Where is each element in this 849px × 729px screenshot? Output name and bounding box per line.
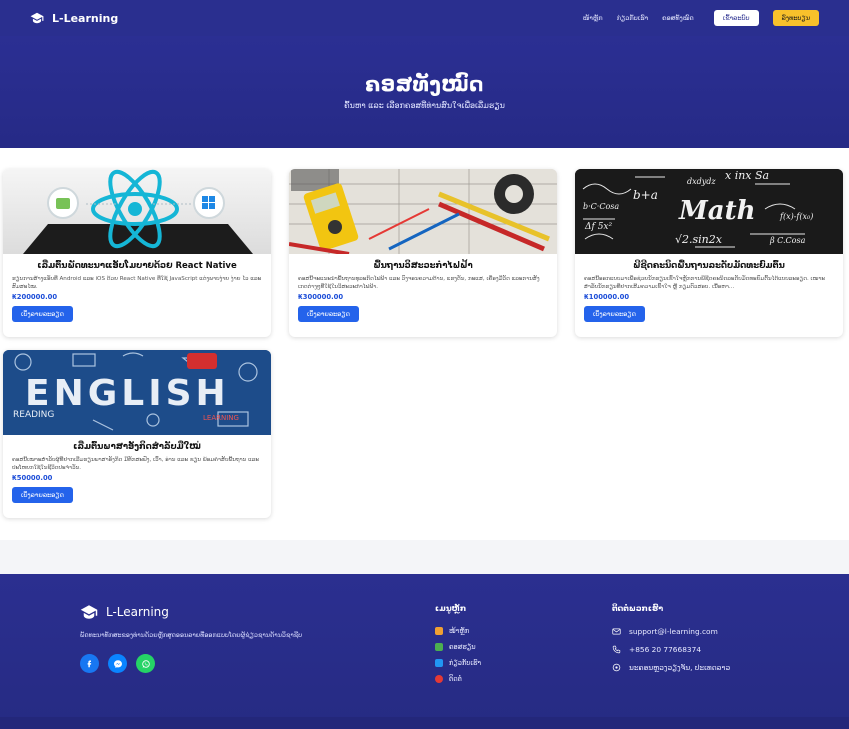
course-description: ຄອສນີ້ອອກແບບມາເພື່ອຊ່ວຍນັກຮຽນເຂົ້າໃຈຫຼັກ… (584, 276, 825, 291)
english-illustration: ENGLISH READING LEARNING (3, 350, 271, 435)
contact-email[interactable]: support@l-learning.com (612, 627, 730, 636)
home-icon (435, 627, 443, 635)
course-card[interactable]: b·C·Cosa Δf 5x² Math b+a dxdydz f(x)-f(x… (575, 169, 843, 337)
course-thumbnail: b·C·Cosa Δf 5x² Math b+a dxdydz f(x)-f(x… (575, 169, 843, 254)
brand-logo-link[interactable]: L-Learning (30, 11, 118, 25)
electrical-tools-illustration (289, 169, 557, 254)
section-spacer (0, 540, 849, 574)
svg-text:b+a: b+a (633, 188, 658, 202)
course-card[interactable]: ENGLISH READING LEARNING ເລີ່ມຕົ້ນພາສາອັ… (3, 350, 271, 518)
react-native-illustration (23, 169, 253, 254)
course-card[interactable]: ເລີ່ມຕົ້ນພັດທະນາແອັບໂມບາຍດ້ວຍ React Nati… (3, 169, 271, 337)
brand-name: L-Learning (52, 11, 119, 25)
course-title: ພື້ນຖານວິສະວະກຳໄຟຟ້າ (373, 261, 473, 271)
info-icon (435, 659, 443, 667)
svg-text:x inx Sa: x inx Sa (725, 169, 769, 182)
svg-text:f(x)-f(x₀): f(x)-f(x₀) (779, 212, 813, 221)
svg-text:READING: READING (13, 410, 54, 420)
course-price: ₭100000.00 (584, 293, 630, 301)
nav-link-home[interactable]: ໜ້າຫຼັກ (583, 14, 603, 22)
footer-brand[interactable]: L-Learning (80, 603, 169, 621)
contact-address-text: ນະຄອນຫຼວງວຽງຈັນ, ປະເທດລາວ (629, 663, 731, 672)
footer-menu-title: ເມນູຫຼັກ (435, 604, 467, 613)
math-chalkboard-illustration: b·C·Cosa Δf 5x² Math b+a dxdydz f(x)-f(x… (575, 169, 843, 254)
register-button[interactable]: ລົງທະບຽນ (772, 10, 819, 26)
facebook-icon[interactable] (80, 654, 99, 673)
course-price: ₭200000.00 (12, 293, 58, 301)
footer-link-home[interactable]: ໜ້າຫຼັກ (435, 627, 481, 635)
course-title: ເລີ່ມຕົ້ນພາສາອັງກິດສຳລັບມືໃໝ່ (73, 442, 201, 452)
graduation-cap-icon (80, 605, 98, 619)
footer-bottom-bar (0, 717, 849, 729)
footer-link-label: ຄອສຮຽນ (449, 643, 476, 651)
course-description: ຄອສນີ້ເໝາະສຳລັບຜູ້ທີ່ຢາກເລີ່ມຮຽນພາສາອັງກ… (12, 457, 259, 472)
footer-tagline: ພັດທະນາທັກສະຂອງທ່ານດ້ວຍຫຼັກສູດອອນລາຍທີ່ອ… (80, 631, 303, 639)
svg-text:Δf 5x²: Δf 5x² (584, 222, 612, 232)
whatsapp-icon[interactable] (136, 654, 155, 673)
svg-text:dxdydz: dxdydz (687, 177, 716, 186)
view-details-button[interactable]: ເບິ່ງລາຍລະອຽດ (12, 487, 73, 503)
nav-link-all-courses[interactable]: ຄອສທັງໝົດ (662, 14, 694, 22)
svg-text:√2.sin2x: √2.sin2x (675, 233, 723, 246)
phone-icon (435, 675, 443, 683)
footer-link-about[interactable]: ກ່ຽວກັບເຮົາ (435, 659, 481, 667)
footer-menu: ເມນູຫຼັກ ໜ້າຫຼັກ ຄອສຮຽນ ກ່ຽວກັບເຮົາ ຕິດຕ… (435, 604, 481, 691)
footer-link-contact[interactable]: ຕິດຕໍ່ (435, 675, 481, 683)
contact-phone[interactable]: +856 20 77668374 (612, 645, 730, 654)
course-description: ຄອສນີ້ຈະແນະນຳພື້ນຖານທຸລະກິດໄຟຟ້າ ແລະ ວົງ… (298, 276, 540, 291)
course-thumbnail: ENGLISH READING LEARNING (3, 350, 271, 435)
footer-brand-name: L-Learning (106, 605, 169, 619)
course-thumbnail (289, 169, 557, 254)
course-price: ₭300000.00 (298, 293, 344, 301)
footer-link-label: ໜ້າຫຼັກ (449, 627, 470, 635)
graduation-cap-icon (30, 12, 44, 24)
site-footer: L-Learning ພັດທະນາທັກສະຂອງທ່ານດ້ວຍຫຼັກສູ… (0, 574, 849, 729)
view-details-button[interactable]: ເບິ່ງລາຍລະອຽດ (298, 306, 359, 322)
view-details-button[interactable]: ເບິ່ງລາຍລະອຽດ (584, 306, 645, 322)
messenger-icon[interactable] (108, 654, 127, 673)
course-title: ເລີ່ມຕົ້ນພັດທະນາແອັບໂມບາຍດ້ວຍ React Nati… (37, 261, 237, 271)
page-subtitle: ຄົ້ນຫາ ແລະ ເລືອກຄອສທີ່ທ່ານສົນໃຈເພື່ອເລີ່… (344, 101, 505, 110)
course-grid: ເລີ່ມຕົ້ນພັດທະນາແອັບໂມບາຍດ້ວຍ React Nati… (0, 148, 849, 540)
contact-address: ນະຄອນຫຼວງວຽງຈັນ, ປະເທດລາວ (612, 663, 730, 672)
course-thumbnail (3, 169, 271, 254)
footer-contact-title: ຕິດຕໍ່ພວກເຮົາ (612, 604, 664, 613)
course-title: ພີຊີດຄະນິດພື້ນຖານລະດັບມັດທະຍົມຕົ້ນ (633, 261, 785, 271)
social-links (80, 654, 155, 673)
books-icon (435, 643, 443, 651)
nav-link-about[interactable]: ກ່ຽວກັບເຮົາ (617, 14, 649, 22)
view-details-button[interactable]: ເບິ່ງລາຍລະອຽດ (12, 306, 73, 322)
svg-text:Math: Math (678, 196, 756, 226)
top-navbar: L-Learning ໜ້າຫຼັກ ກ່ຽວກັບເຮົາ ຄອສທັງໝົດ… (0, 0, 849, 36)
hero-banner: ຄອສທັງໝົດ ຄົ້ນຫາ ແລະ ເລືອກຄອສທີ່ທ່ານສົນໃ… (0, 36, 849, 148)
footer-link-courses[interactable]: ຄອສຮຽນ (435, 643, 481, 651)
svg-text:β C.Cosa: β C.Cosa (769, 236, 806, 245)
page-title: ຄອສທັງໝົດ (365, 72, 484, 96)
location-pin-icon (612, 663, 621, 672)
course-price: ₭50000.00 (12, 474, 53, 482)
login-button[interactable]: ເຂົ້າລະບົບ (713, 10, 759, 26)
footer-contact: ຕິດຕໍ່ພວກເຮົາ support@l-learning.com +85… (612, 604, 730, 681)
course-description: ຮຽນການສ້າງແອັບທີ່ Android ແລະ iOS ດ້ວຍ R… (12, 276, 262, 291)
svg-text:b·C·Cosa: b·C·Cosa (583, 202, 619, 211)
contact-phone-text: +856 20 77668374 (629, 645, 702, 654)
phone-icon (612, 645, 621, 654)
footer-link-label: ຕິດຕໍ່ (449, 675, 462, 683)
contact-email-text: support@l-learning.com (629, 627, 718, 636)
svg-text:ENGLISH: ENGLISH (25, 373, 230, 414)
svg-text:LEARNING: LEARNING (203, 414, 239, 422)
envelope-icon (612, 628, 621, 635)
footer-link-label: ກ່ຽວກັບເຮົາ (449, 659, 482, 667)
course-card[interactable]: ພື້ນຖານວິສະວະກຳໄຟຟ້າ ຄອສນີ້ຈະແນະນຳພື້ນຖາ… (289, 169, 557, 337)
